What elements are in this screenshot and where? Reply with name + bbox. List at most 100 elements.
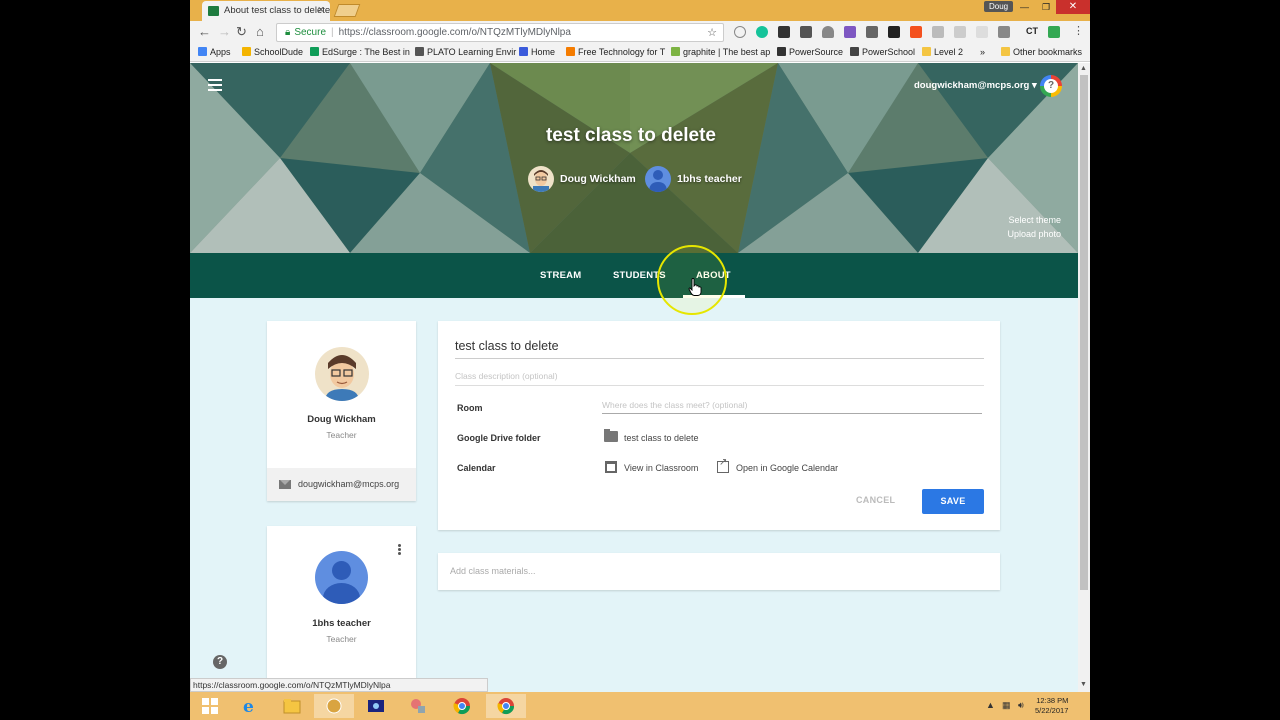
taskbar-video-app[interactable] [356,694,396,718]
help-icon[interactable]: ? [213,655,227,669]
page-scrollbar[interactable]: ▲ ▼ [1078,63,1090,692]
help-glyph: ? [1044,79,1058,93]
extension-bulb-icon[interactable] [822,26,834,38]
extension-square-icon[interactable] [866,26,878,38]
extension-new-icon[interactable] [800,26,812,38]
view-in-classroom-link[interactable]: View in Classroom [624,463,698,473]
tool-app-icon [411,699,425,713]
class-description-field[interactable]: Class description (optional) [455,371,984,386]
bookmark-free-technology[interactable]: Free Technology for T [566,47,665,57]
teacher-name: Doug Wickham [307,414,376,425]
teacher-chip-doug[interactable]: Doug Wickham [528,166,636,192]
class-name-field[interactable]: test class to delete [455,339,984,359]
forward-icon[interactable]: → [218,24,231,39]
back-icon[interactable]: ← [198,24,211,39]
bookmarks-overflow[interactable]: » [980,47,985,57]
extension-light-icon[interactable] [976,26,988,38]
extension-hand-icon[interactable] [954,26,966,38]
scroll-thumb[interactable] [1080,75,1088,590]
google-account-avatar-icon[interactable]: ? [1040,75,1062,97]
taskbar-file-explorer[interactable] [272,694,312,718]
bookmark-label: PowerSchool [862,47,916,57]
bookmark-level-2[interactable]: Level 2 [922,47,963,57]
calendar-icon [605,461,617,473]
bookmark-apps[interactable]: Apps [198,47,231,57]
bookmark-graphite[interactable]: graphite | The best ap [671,47,770,57]
browser-tab-active[interactable]: About test class to delete × [202,1,330,21]
chrome-menu-icon[interactable]: ⋮ [1073,24,1084,37]
profile-chip[interactable]: Doug [984,1,1014,12]
extension-green-icon[interactable] [1048,26,1060,38]
taskbar-tool-app[interactable] [398,694,438,718]
bookmark-schooldude[interactable]: SchoolDude [242,47,303,57]
doug-avatar-face-icon [533,170,549,192]
taskbar-chrome-active[interactable] [486,694,526,718]
bookmark-star-icon[interactable]: ☆ [707,26,717,39]
restore-icon[interactable]: ❐ [1042,2,1050,13]
minimize-icon[interactable]: — [1020,2,1029,12]
1bhs-avatar [645,166,671,192]
extension-purple-icon[interactable] [844,26,856,38]
room-label: Room [457,403,483,413]
extension-orange-icon[interactable] [910,26,922,38]
bookmark-plato[interactable]: PLATO Learning Envir [415,47,516,57]
account-menu[interactable]: dougwickham@mcps.org ▾ [914,80,1037,91]
bookmark-home[interactable]: Home [519,47,555,57]
more-options-icon[interactable] [398,544,401,556]
class-tabs: STREAM STUDENTS ABOUT [190,253,1078,298]
classroom-page: dougwickham@mcps.org ▾ ? test class to d… [190,63,1078,692]
drive-folder-link[interactable]: test class to delete [624,433,699,443]
generic-person-icon [649,170,667,192]
app-circle-icon [326,698,342,714]
video-app-icon [368,700,384,712]
tab-stream[interactable]: STREAM [540,270,581,281]
taskbar-app-circle[interactable] [314,694,354,718]
bookmark-label: PowerSource [789,47,844,57]
grammarly-icon[interactable] [756,26,768,38]
teacher-email: dougwickham@mcps.org [298,479,400,489]
taskbar-ie[interactable]: e [230,694,270,718]
extension-dark-icon[interactable] [888,26,900,38]
system-clock[interactable]: 12:38 PM 5/22/2017 [1035,696,1068,716]
teacher-role: Teacher [326,430,357,440]
tray-arrow-icon[interactable]: ▲ [986,700,995,710]
upload-photo-link[interactable]: Upload photo [1007,229,1061,239]
bookmark-edsurge[interactable]: EdSurge : The Best in [310,47,410,57]
extension-gray-icon[interactable] [932,26,944,38]
clock-date: 5/22/2017 [1035,706,1069,715]
start-button[interactable] [190,694,230,718]
tab-close-icon[interactable]: × [318,4,324,16]
extension-circle-icon[interactable] [734,26,746,38]
select-theme-link[interactable]: Select theme [1008,215,1061,225]
home-icon[interactable]: ⌂ [256,24,264,39]
scroll-down-icon[interactable]: ▼ [1080,681,1087,688]
scroll-up-icon[interactable]: ▲ [1080,65,1087,72]
bookmark-favicon-icon [415,47,424,56]
extension-puzzle-icon[interactable] [998,26,1010,38]
status-bar-url: https://classroom.google.com/o/NTQzMTlyM… [190,678,488,692]
extension-film-icon[interactable] [778,26,790,38]
add-class-materials[interactable]: Add class materials... [438,553,1000,590]
network-icon[interactable]: ▦ [1002,700,1011,711]
volume-icon[interactable]: 🔊︎ [1018,700,1024,711]
save-button[interactable]: SAVE [922,489,984,514]
taskbar-chrome[interactable] [442,694,482,718]
reload-icon[interactable]: ↻ [236,24,247,40]
secure-label: Secure [294,27,327,38]
bookmark-powerschool[interactable]: PowerSchool [850,47,915,57]
bookmark-favicon-icon [671,47,680,56]
teacher-chip-1bhs[interactable]: 1bhs teacher [645,166,742,192]
open-in-calendar-link[interactable]: Open in Google Calendar [736,463,838,473]
bookmark-other[interactable]: Other bookmarks [1001,47,1082,57]
teacher-chip-name: Doug Wickham [560,172,636,185]
cancel-button[interactable]: CANCEL [856,495,895,505]
room-field[interactable]: Where does the class meet? (optional) [602,400,982,414]
bookmark-powersource[interactable]: PowerSource [777,47,843,57]
window-close-icon[interactable]: ✕ [1056,0,1090,14]
teacher-email-row[interactable]: dougwickham@mcps.org [267,468,416,501]
address-bar[interactable]: 🔒︎ Secure | https://classroom.google.com/o/… [276,23,724,42]
new-tab-button[interactable] [333,4,361,17]
bookmark-label: Free Technology for T [578,47,666,57]
main-menu-icon[interactable] [208,79,222,91]
extension-ct-icon[interactable]: CT [1026,26,1038,38]
